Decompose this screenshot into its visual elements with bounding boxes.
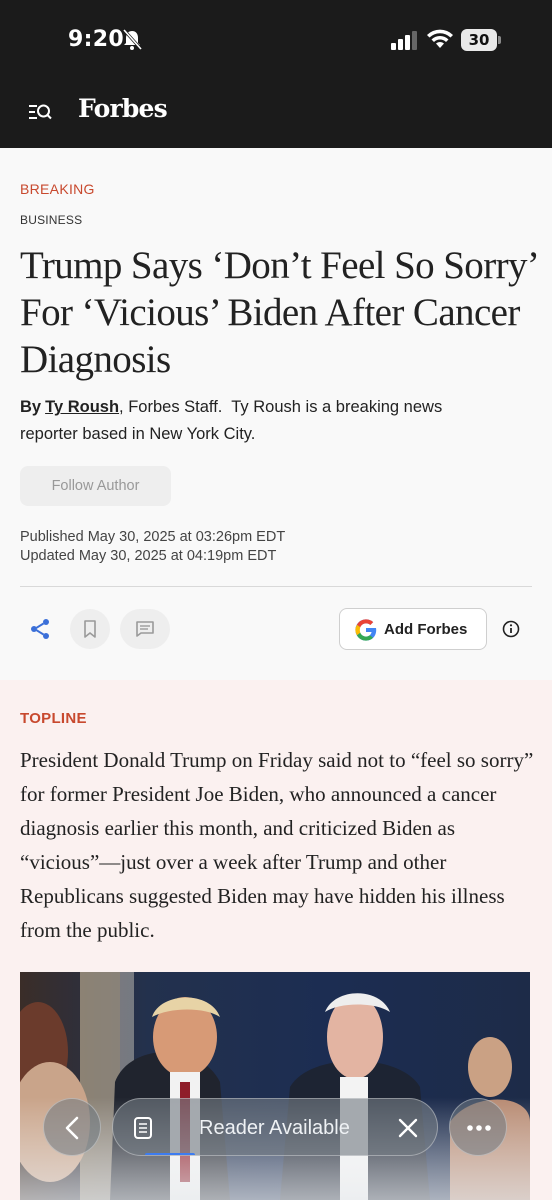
breaking-label: BREAKING — [20, 181, 95, 197]
updated-date: Updated May 30, 2025 at 04:19pm EDT — [20, 548, 277, 564]
close-icon[interactable] — [396, 1116, 420, 1140]
back-chevron-icon — [65, 1116, 79, 1140]
byline-by: By — [20, 398, 42, 416]
comment-button[interactable] — [120, 609, 170, 649]
more-button[interactable] — [449, 1098, 507, 1156]
author-link[interactable]: Ty Roush — [45, 398, 119, 416]
page-load-progress — [145, 1153, 195, 1155]
more-icon — [467, 1125, 491, 1131]
battery-level: 30 — [461, 29, 497, 51]
bookmark-icon — [84, 620, 96, 638]
article-photo — [20, 972, 530, 1200]
back-button[interactable] — [43, 1098, 101, 1156]
menu-search-icon[interactable] — [28, 102, 52, 124]
site-header: Forbes — [0, 78, 552, 148]
battery-tip — [498, 36, 501, 44]
author-affiliation: , Forbes Staff. — [119, 398, 223, 416]
add-forbes-label: Add Forbes — [384, 621, 468, 638]
topline-text: President Donald Trump on Friday said no… — [20, 748, 534, 942]
divider — [20, 586, 532, 587]
article-headline: Trump Says ‘Don’t Feel So Sorry’ For ‘Vi… — [20, 244, 537, 381]
battery-icon: 30 — [461, 29, 501, 51]
forbes-logo[interactable]: Forbes — [78, 94, 168, 123]
byline: By Ty Roush, Forbes Staff. Ty Roush is a … — [20, 394, 450, 448]
comment-icon — [136, 621, 154, 637]
article-dates: Published May 30, 2025 at 03:26pm EDT Up… — [20, 528, 285, 566]
wifi-icon — [427, 29, 453, 48]
cellular-signal-icon — [391, 31, 417, 50]
info-icon[interactable] — [502, 620, 520, 638]
status-time: 9:20 — [68, 27, 124, 52]
bookmark-button[interactable] — [70, 609, 110, 649]
add-forbes-button[interactable]: Add Forbes — [339, 608, 487, 650]
follow-author-button[interactable]: Follow Author — [20, 466, 171, 506]
google-icon — [355, 619, 377, 641]
topline-label: TOPLINE — [20, 710, 87, 727]
reader-available-bar[interactable]: Reader Available — [112, 1098, 438, 1156]
bell-off-icon — [122, 29, 142, 51]
section-tag[interactable]: BUSINESS — [20, 213, 82, 227]
reader-icon[interactable] — [133, 1116, 153, 1140]
share-icon[interactable] — [28, 617, 52, 641]
status-bar: 9:20 30 — [0, 0, 552, 78]
published-date: Published May 30, 2025 at 03:26pm EDT — [20, 529, 286, 545]
reader-available-label[interactable]: Reader Available — [199, 1117, 350, 1140]
